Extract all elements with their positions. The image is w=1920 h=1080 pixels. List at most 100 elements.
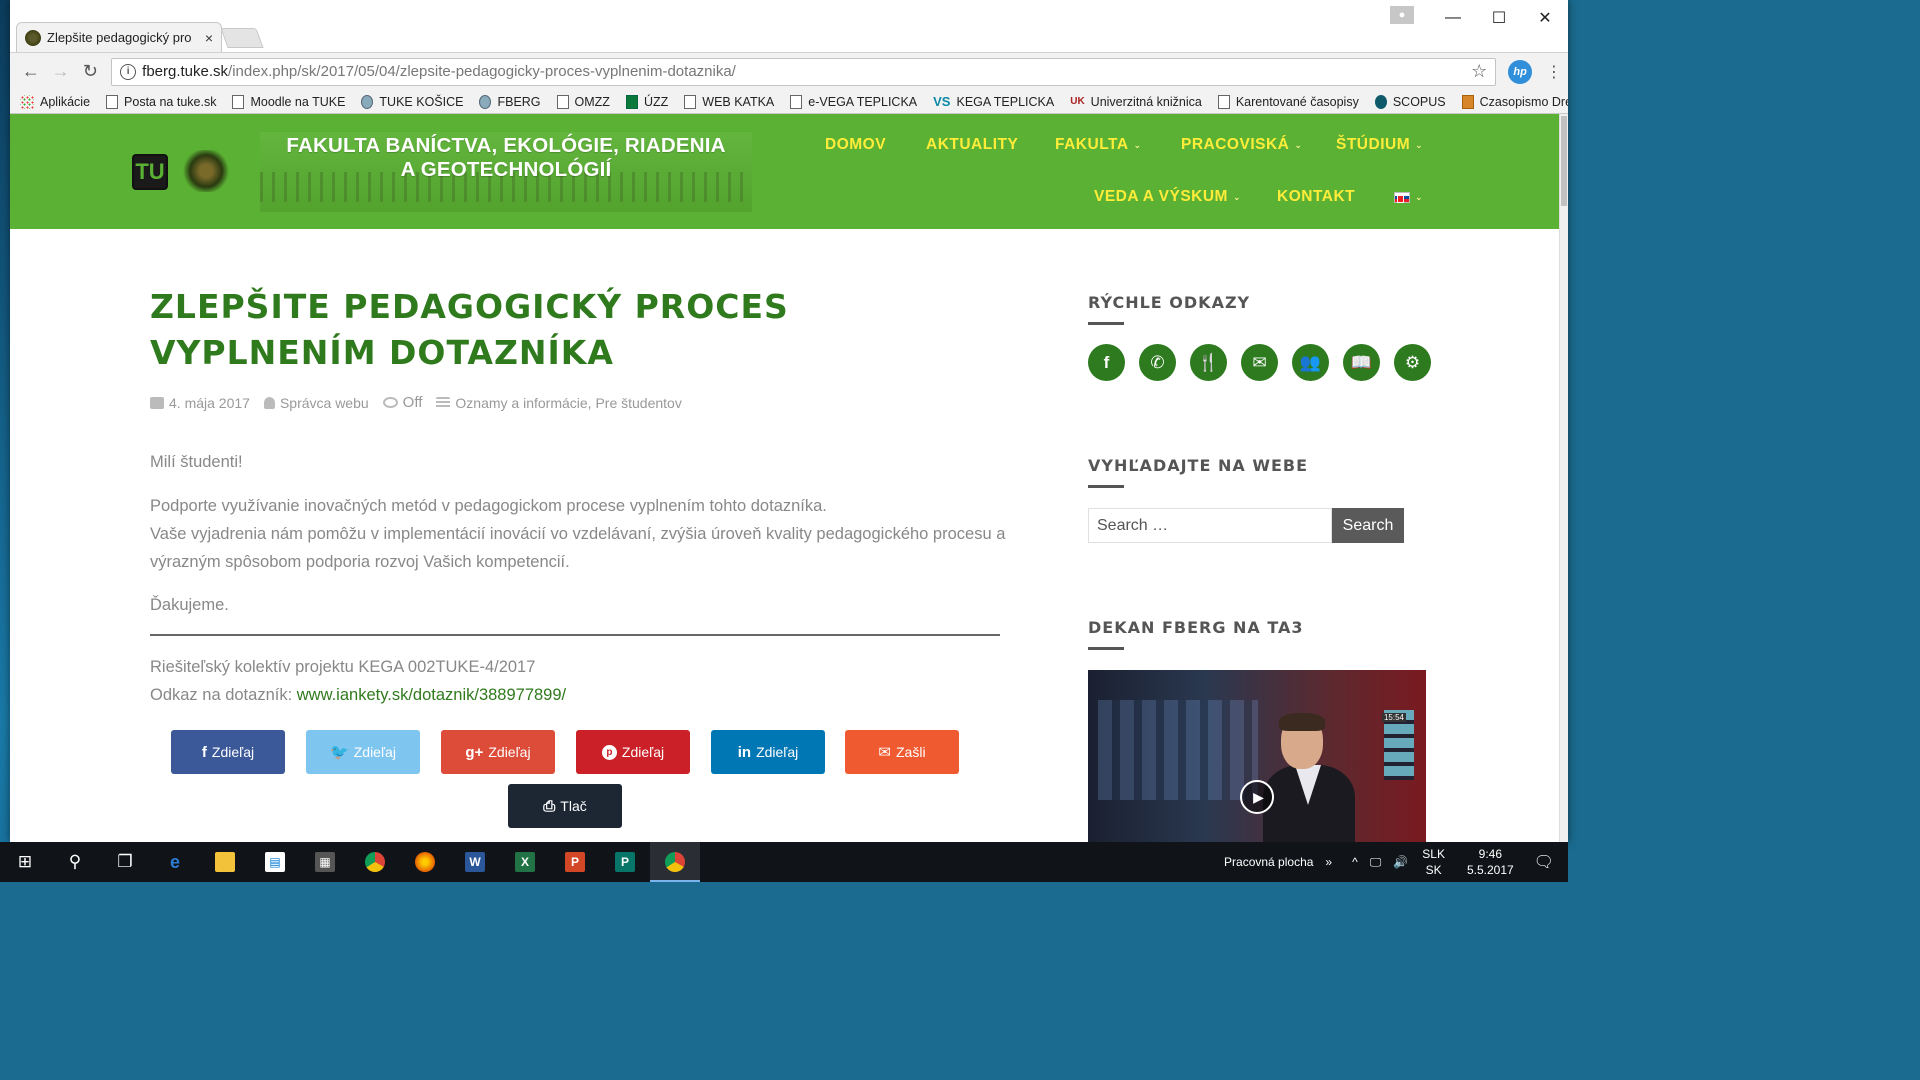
site-title[interactable]: FAKULTA BANÍCTVA, EKOLÓGIE, RIADENIA A G… [260, 134, 752, 182]
nav-domov[interactable]: DOMOV [825, 136, 886, 154]
search-button[interactable]: Search [1332, 508, 1404, 543]
taskbar-excel[interactable]: X [500, 842, 550, 882]
back-button[interactable]: ← [16, 61, 46, 82]
nav-studium[interactable]: ŠTÚDIUM ⌄ [1336, 136, 1423, 154]
bookmark-moodle[interactable]: Moodle na TUKE [232, 94, 345, 109]
volume-icon[interactable]: 🔊 [1393, 855, 1408, 869]
taskbar-powerpoint[interactable]: P [550, 842, 600, 882]
bookmark-karentovane[interactable]: Karentované časopisy [1217, 94, 1359, 109]
nav-aktuality[interactable]: AKTUALITY [926, 136, 1018, 154]
browser-tab[interactable]: Zlepšite pedagogický pro × [16, 22, 222, 52]
profile-icon[interactable]: ● [1390, 6, 1414, 24]
task-view-button[interactable]: ❐ [100, 842, 150, 882]
post-author[interactable]: Správca webu [263, 394, 369, 411]
address-bar[interactable]: i fberg.tuke.sk/index.php/sk/2017/05/04/… [111, 57, 1497, 86]
quicklink-mail[interactable]: ✉ [1241, 344, 1278, 381]
desktop-toolbar-label[interactable]: Pracovná plocha [1224, 855, 1313, 869]
new-tab-button[interactable] [220, 28, 264, 48]
quicklink-people[interactable]: 👥 [1292, 344, 1329, 381]
bookmark-uzz[interactable]: ÚZZ [625, 94, 669, 109]
tab-bar: Zlepšite pedagogický pro × ● — ☐ ✕ [10, 0, 1568, 52]
taskbar-chrome[interactable] [350, 842, 400, 882]
toolbar-more-icon[interactable]: » [1325, 855, 1332, 869]
quicklink-facebook[interactable]: f [1088, 344, 1125, 381]
browser-menu-icon[interactable]: ⋮ [1546, 62, 1562, 82]
share-pinterest-button[interactable]: p Zdieľaj [576, 730, 690, 774]
taskbar-firefox[interactable] [400, 842, 450, 882]
notifications-icon[interactable]: 🗨 [1534, 852, 1554, 872]
network-icon[interactable]: 🖵 [1370, 855, 1382, 870]
bookmark-evega[interactable]: e-VEGA TEPLICKA [790, 94, 917, 109]
quicklink-food[interactable]: 🍴 [1190, 344, 1227, 381]
taskbar-publisher[interactable]: P [600, 842, 650, 882]
quicklink-library[interactable]: 📖 [1343, 344, 1380, 381]
bookmark-kega[interactable]: VS KEGA TEPLICKA [933, 94, 1054, 109]
close-window-button[interactable]: ✕ [1522, 0, 1568, 36]
post-author-text: Správca webu [279, 394, 369, 411]
bookmark-drewno[interactable]: Czasopismo Drewno [1461, 94, 1568, 109]
taskbar-calculator[interactable]: ▦ [300, 842, 350, 882]
bookmark-web-katka[interactable]: WEB KATKA [684, 94, 774, 109]
share-email-button[interactable]: ✉ Zašli [845, 730, 959, 774]
share-facebook-button[interactable]: f Zdieľaj [171, 730, 285, 774]
heading-underline [1088, 485, 1124, 488]
bookmark-label: ÚZZ [643, 94, 669, 109]
bookmark-omzz[interactable]: OMZZ [556, 94, 610, 109]
taskbar-chrome-active[interactable] [650, 842, 700, 882]
scrollbar-thumb[interactable] [1561, 116, 1567, 206]
language-indicator[interactable]: SLK SK [1422, 846, 1445, 878]
bookmark-label: KEGA TEPLICKA [956, 94, 1055, 109]
bookmark-star-icon[interactable]: ☆ [1471, 61, 1487, 82]
taskbar-word[interactable]: W [450, 842, 500, 882]
tuke-logo[interactable]: TU [132, 154, 168, 190]
page-icon [232, 94, 245, 109]
start-button[interactable]: ⊞ [0, 842, 50, 882]
bookmark-kniznica[interactable]: UK Univerzitná knižnica [1070, 95, 1202, 109]
video-thumbnail[interactable]: 15:54 ▶ [1088, 670, 1426, 842]
nav-language[interactable]: ⌄ [1394, 192, 1423, 203]
tab-close-icon[interactable]: × [205, 30, 213, 46]
green-icon [625, 94, 638, 109]
bookmark-posta[interactable]: Posta na tuke.sk [106, 94, 216, 109]
quicklink-phone[interactable]: ✆ [1139, 344, 1176, 381]
search-input[interactable]: Search … [1088, 508, 1332, 543]
hp-extension-icon[interactable]: hp [1508, 59, 1532, 84]
nav-kontakt[interactable]: KONTAKT [1277, 188, 1355, 206]
tray-chevron-icon[interactable]: ^ [1352, 855, 1358, 869]
post-categories[interactable]: Oznamy a informácie, Pre študentov [436, 395, 682, 411]
nav-fakulta[interactable]: FAKULTA ⌄ [1055, 136, 1142, 154]
taskbar-explorer[interactable] [200, 842, 250, 882]
page-scrollbar[interactable] [1559, 114, 1568, 842]
publisher-icon: P [615, 852, 635, 872]
nav-pracoviska[interactable]: PRACOVISKÁ ⌄ [1181, 136, 1302, 154]
bookmark-scopus[interactable]: SCOPUS [1374, 94, 1446, 109]
maximize-button[interactable]: ☐ [1476, 0, 1522, 36]
faculty-crest-logo[interactable] [182, 150, 230, 192]
nav-veda-a-vyskum[interactable]: VEDA A VÝSKUM ⌄ [1094, 188, 1241, 206]
search-button[interactable]: ⚲ [50, 842, 100, 882]
quicklink-settings[interactable]: ⚙ [1394, 344, 1431, 381]
taskbar-store[interactable]: ▤ [250, 842, 300, 882]
forward-button[interactable]: → [46, 61, 76, 82]
share-googleplus-button[interactable]: g+ Zdieľaj [441, 730, 555, 774]
share-linkedin-button[interactable]: in Zdieľaj [711, 730, 825, 774]
taskbar-edge[interactable]: e [150, 842, 200, 882]
page-icon [684, 94, 697, 109]
site-info-icon[interactable]: i [120, 63, 137, 80]
nav-label: ŠTÚDIUM [1336, 136, 1411, 153]
play-icon[interactable]: ▶ [1240, 780, 1274, 814]
edge-icon: e [169, 851, 180, 872]
post-date[interactable]: 4. mája 2017 [150, 395, 250, 411]
bookmark-fberg[interactable]: FBERG [479, 94, 541, 109]
nav-label: FAKULTA [1055, 136, 1129, 153]
minimize-button[interactable]: — [1430, 0, 1476, 36]
share-twitter-button[interactable]: 🐦 Zdieľaj [306, 730, 420, 774]
bookmark-tuke[interactable]: TUKE KOŠICE [361, 94, 463, 109]
chrome-icon [665, 852, 685, 872]
clock[interactable]: 9:46 5.5.2017 [1467, 846, 1514, 878]
comments-icon [382, 397, 398, 408]
print-button[interactable]: ⎙ Tlač [508, 784, 622, 828]
survey-link[interactable]: www.iankety.sk/dotaznik/388977899/ [297, 686, 566, 704]
bookmark-aplikacie[interactable]: Aplikácie [20, 94, 90, 109]
reload-button[interactable]: ↻ [75, 61, 105, 82]
